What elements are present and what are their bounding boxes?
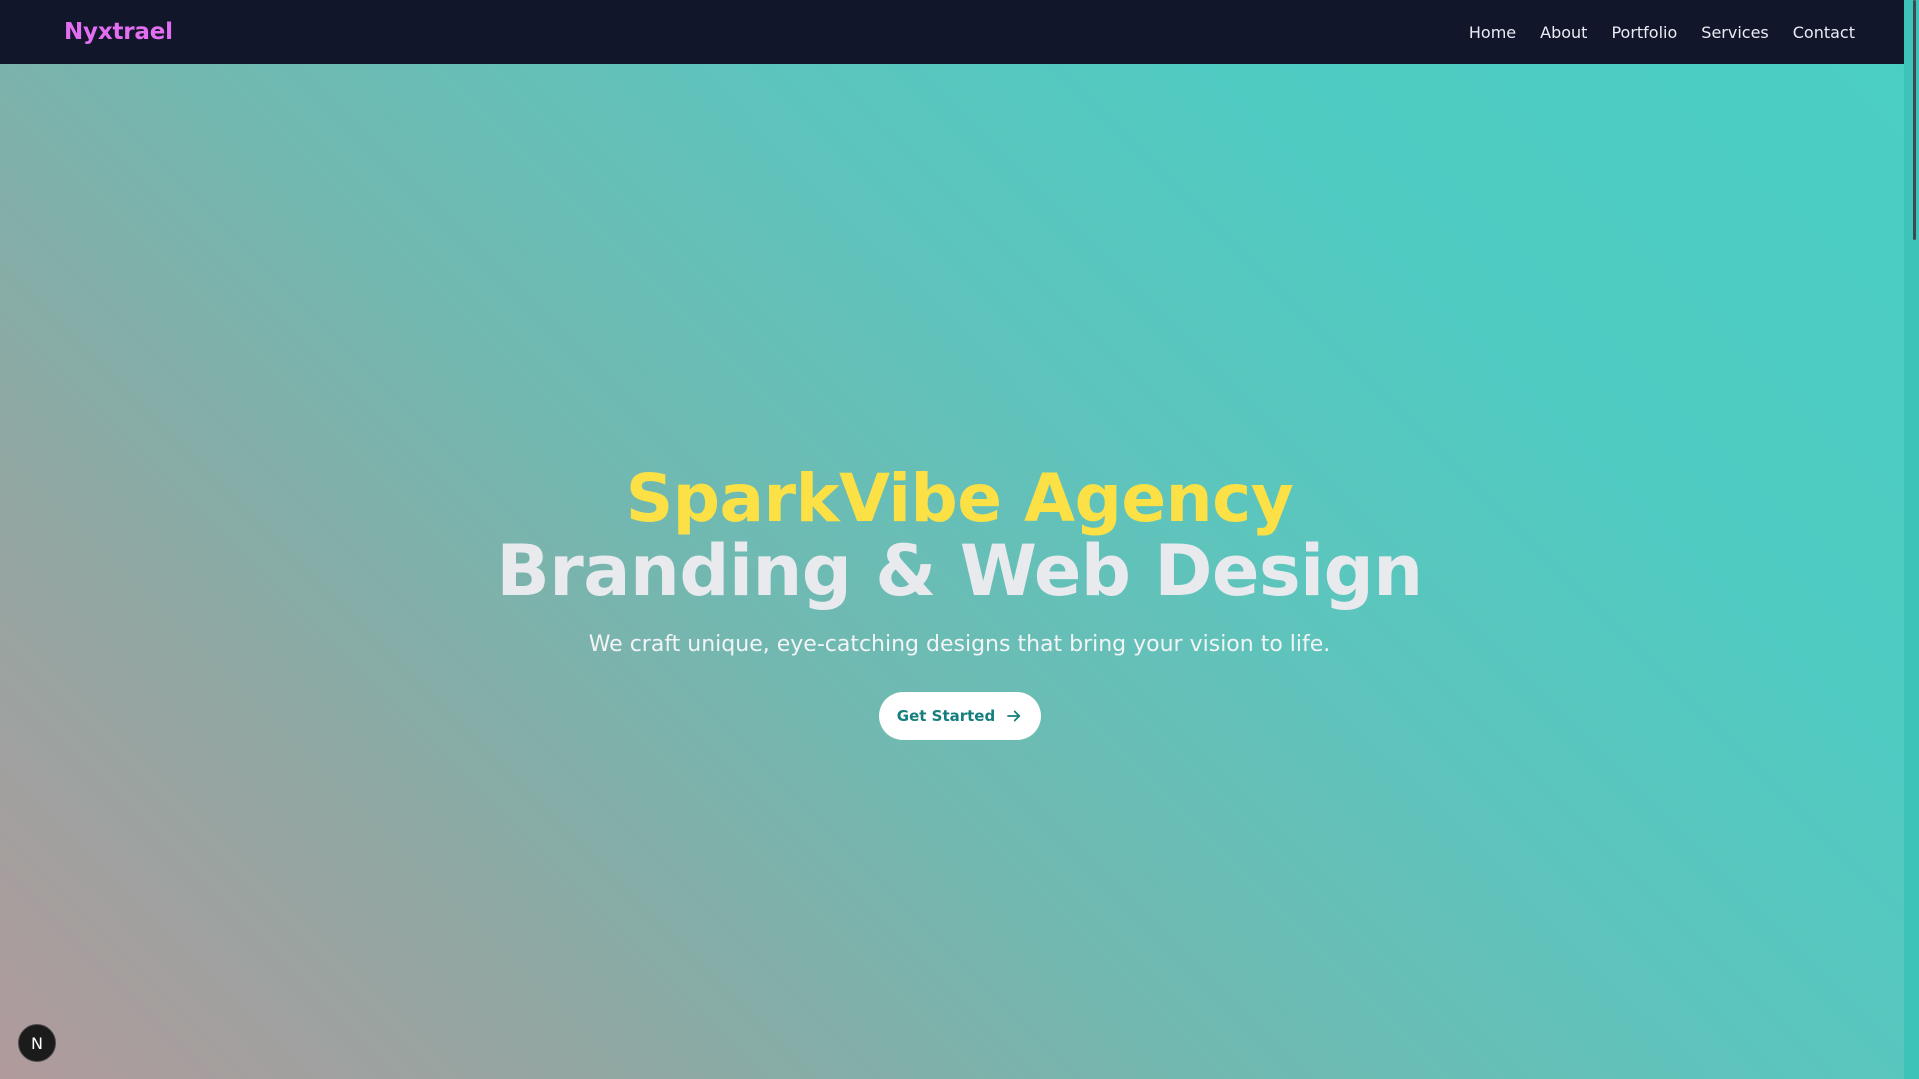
nav-link-services[interactable]: Services xyxy=(1701,23,1768,42)
dev-badge-letter: N xyxy=(31,1033,43,1053)
get-started-label: Get Started xyxy=(896,707,996,725)
scrollbar-thumb[interactable] xyxy=(1913,0,1916,240)
nav-links: Home About Portfolio Services Contact xyxy=(1469,23,1855,42)
nav-link-home[interactable]: Home xyxy=(1469,23,1516,42)
nav-link-portfolio[interactable]: Portfolio xyxy=(1611,23,1677,42)
hero-title-services: Branding & Web Design xyxy=(496,530,1423,612)
nav-link-contact[interactable]: Contact xyxy=(1793,23,1855,42)
dev-tools-badge[interactable]: N xyxy=(18,1024,56,1062)
brand-logo[interactable]: Nyxtrael xyxy=(64,19,173,45)
vertical-scrollbar[interactable] xyxy=(1904,0,1919,1079)
nav-link-about[interactable]: About xyxy=(1540,23,1587,42)
page: Nyxtrael Home About Portfolio Services C… xyxy=(0,0,1919,1079)
get-started-button[interactable]: Get Started xyxy=(879,692,1041,740)
hero-section: SparkVibe Agency Branding & Web Design W… xyxy=(0,64,1919,1079)
hero-subtitle: We craft unique, eye-catching designs th… xyxy=(588,632,1331,657)
arrow-right-icon xyxy=(1005,707,1023,725)
top-navbar: Nyxtrael Home About Portfolio Services C… xyxy=(0,0,1919,64)
hero-title-agency: SparkVibe Agency xyxy=(625,460,1294,537)
